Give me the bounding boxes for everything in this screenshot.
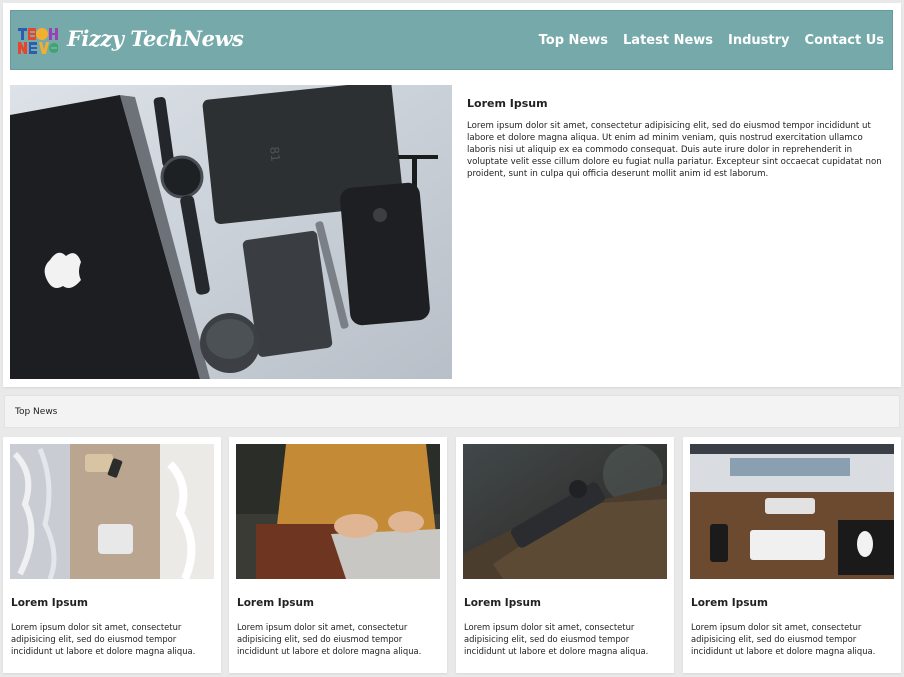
main-nav: Top News Latest News Industry Contact Us bbox=[539, 33, 884, 48]
news-cards: Lorem Ipsum Lorem ipsum dolor sit amet, … bbox=[3, 437, 901, 673]
card-title[interactable]: Lorem Ipsum bbox=[237, 597, 314, 609]
news-card[interactable]: Lorem Ipsum Lorem ipsum dolor sit amet, … bbox=[229, 437, 447, 673]
card-image-laptop-user[interactable] bbox=[236, 444, 440, 579]
hero-content: Lorem Ipsum Lorem ipsum dolor sit amet, … bbox=[467, 97, 887, 180]
card-image-desk-setup[interactable] bbox=[690, 444, 894, 579]
card-title[interactable]: Lorem Ipsum bbox=[464, 597, 541, 609]
site-name[interactable]: Fizzy TechNews bbox=[67, 26, 244, 51]
card-title[interactable]: Lorem Ipsum bbox=[11, 597, 88, 609]
section-title: Top News bbox=[15, 407, 58, 417]
logo-mark[interactable] bbox=[18, 28, 58, 54]
card-body: Lorem ipsum dolor sit amet, consectetur … bbox=[464, 622, 649, 656]
card-title[interactable]: Lorem Ipsum bbox=[691, 597, 768, 609]
section-header: Top News bbox=[4, 395, 900, 428]
nav-latest-news[interactable]: Latest News bbox=[623, 33, 713, 48]
card-body: Lorem ipsum dolor sit amet, consectetur … bbox=[237, 622, 422, 656]
svg-text:81: 81 bbox=[267, 146, 283, 163]
hero-title[interactable]: Lorem Ipsum bbox=[467, 97, 887, 110]
card-image-bedroom[interactable] bbox=[10, 444, 214, 579]
card-body: Lorem ipsum dolor sit amet, consectetur … bbox=[691, 622, 876, 656]
news-card[interactable]: Lorem Ipsum Lorem ipsum dolor sit amet, … bbox=[683, 437, 901, 673]
nav-top-news[interactable]: Top News bbox=[539, 33, 608, 48]
news-card[interactable]: Lorem Ipsum Lorem ipsum dolor sit amet, … bbox=[3, 437, 221, 673]
nav-contact-us[interactable]: Contact Us bbox=[805, 33, 884, 48]
site-header: Fizzy TechNews Top News Latest News Indu… bbox=[10, 10, 893, 70]
hero-body: Lorem ipsum dolor sit amet, consectetur … bbox=[467, 121, 882, 179]
card-image-phone-on-log[interactable] bbox=[463, 444, 667, 579]
card-body: Lorem ipsum dolor sit amet, consectetur … bbox=[11, 622, 196, 656]
news-card[interactable]: Lorem Ipsum Lorem ipsum dolor sit amet, … bbox=[456, 437, 674, 673]
nav-industry[interactable]: Industry bbox=[728, 33, 790, 48]
hero-image[interactable]: 81 bbox=[10, 85, 452, 379]
